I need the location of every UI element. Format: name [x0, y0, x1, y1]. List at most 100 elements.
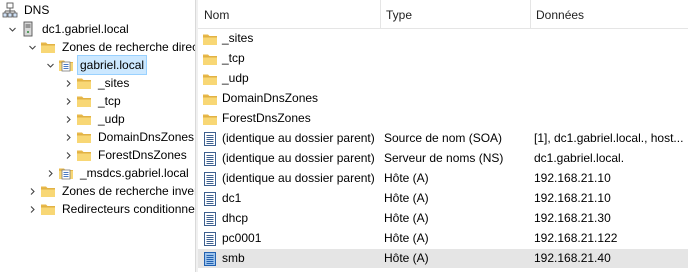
tree-node-udp[interactable]: _udp: [62, 110, 127, 128]
record-type: Hôte (A): [384, 251, 429, 265]
record-data: 192.168.21.122: [534, 231, 618, 245]
console-tree: DNS dc1.gabriel.local Zones de recherche…: [0, 0, 195, 272]
record-name: (identique au dossier parent): [222, 151, 375, 165]
record-type: [384, 89, 532, 108]
chevron-right-icon[interactable]: [44, 164, 56, 182]
tree-node-server[interactable]: dc1.gabriel.local: [6, 20, 131, 38]
table-row[interactable]: (identique au dossier parent) Source de n…: [198, 129, 688, 148]
server-icon: [20, 21, 36, 37]
folder-icon: [40, 201, 56, 217]
cell-name: (identique au dossier parent): [202, 129, 382, 148]
record-type: Hôte (A): [384, 231, 429, 245]
record-name: _udp: [222, 71, 249, 85]
record-data: [534, 69, 688, 88]
tree-node-forestdnszones[interactable]: ForestDnsZones: [62, 146, 189, 164]
folder-icon: [76, 147, 92, 163]
table-row[interactable]: DomainDnsZones: [198, 89, 688, 108]
table-row[interactable]: _tcp: [198, 49, 688, 68]
record-name: _tcp: [222, 51, 245, 65]
record-type: Hôte (A): [384, 171, 429, 185]
chevron-right-icon[interactable]: [62, 92, 74, 110]
folder-icon: [202, 111, 218, 127]
table-row[interactable]: dc1 Hôte (A) 192.168.21.10: [198, 189, 688, 208]
records-list: Nom Type Données _sites _tcp _udp DomainDns…: [198, 0, 688, 272]
chevron-right-icon[interactable]: [26, 200, 38, 218]
cell-name: (identique au dossier parent): [202, 169, 382, 188]
record-name: pc0001: [222, 231, 262, 245]
dns-record-icon: [202, 151, 218, 167]
record-type: Hôte (A): [384, 211, 429, 225]
cell-name: _tcp: [202, 49, 382, 68]
table-row[interactable]: pc0001 Hôte (A) 192.168.21.122: [198, 229, 688, 248]
tree-label-dns: DNS: [24, 3, 50, 17]
dns-record-icon: [202, 191, 218, 207]
dns-manager-icon: [2, 2, 18, 18]
table-row[interactable]: dhcp Hôte (A) 192.168.21.30: [198, 209, 688, 228]
chevron-right-icon[interactable]: [26, 182, 38, 200]
cell-name: smb: [202, 249, 382, 268]
dns-record-icon: [202, 171, 218, 187]
tree-node-domaindnszones[interactable]: DomainDnsZones: [62, 128, 195, 146]
chevron-right-icon[interactable]: [62, 110, 74, 128]
table-row[interactable]: (identique au dossier parent) Hôte (A) 192…: [198, 169, 688, 188]
tree-label-reverse-zones: Zones de recherche inversée: [62, 184, 195, 198]
folder-icon: [40, 39, 56, 55]
chevron-right-icon[interactable]: [62, 128, 74, 146]
list-header: Nom Type Données: [198, 0, 688, 29]
table-row[interactable]: smb Hôte (A) 192.168.21.40: [198, 249, 688, 268]
record-data: [534, 49, 688, 68]
tree-node-dns[interactable]: DNS: [2, 1, 51, 19]
chevron-down-icon[interactable]: [26, 38, 38, 56]
tree-node-sites[interactable]: _sites: [62, 74, 131, 92]
record-data: 192.168.21.40: [534, 251, 611, 265]
folder-icon: [202, 31, 218, 47]
cell-name: dc1: [202, 189, 382, 208]
table-row[interactable]: ForestDnsZones: [198, 109, 688, 128]
folder-icon: [40, 183, 56, 199]
chevron-down-icon[interactable]: [6, 20, 18, 38]
record-data: [534, 109, 688, 128]
tree-node-forward-zones[interactable]: Zones de recherche directe: [26, 38, 195, 56]
tree-label-zone: gabriel.local: [76, 55, 148, 75]
chevron-right-icon[interactable]: [62, 146, 74, 164]
chevron-down-icon[interactable]: [44, 56, 56, 74]
table-row[interactable]: _sites: [198, 29, 688, 48]
chevron-right-icon[interactable]: [62, 74, 74, 92]
cell-name: _udp: [202, 69, 382, 88]
record-data: 192.168.21.10: [534, 171, 611, 185]
folder-icon: [202, 51, 218, 67]
column-header-type[interactable]: Type: [380, 0, 536, 28]
cell-name: pc0001: [202, 229, 382, 248]
tree-node-tcp[interactable]: _tcp: [62, 92, 123, 110]
tree-node-forwarders[interactable]: Redirecteurs conditionnels: [26, 200, 195, 218]
tree-label-subfolder: _tcp: [98, 94, 121, 108]
tree-label-subfolder: _sites: [98, 76, 130, 90]
record-type: Serveur de noms (NS): [384, 151, 504, 165]
record-name: _sites: [222, 31, 254, 45]
record-name: DomainDnsZones: [222, 91, 319, 105]
tree-label-subfolder: DomainDnsZones: [98, 130, 195, 144]
record-data: 192.168.21.30: [534, 211, 611, 225]
tree-node-reverse-zones[interactable]: Zones de recherche inversée: [26, 182, 195, 200]
cell-name: _sites: [202, 29, 382, 48]
record-type: [384, 29, 532, 48]
record-name: ForestDnsZones: [222, 111, 311, 125]
column-header-data[interactable]: Données: [530, 0, 688, 28]
tree-label-forward-zones: Zones de recherche directe: [62, 40, 195, 54]
record-data: 192.168.21.10: [534, 191, 611, 205]
column-header-name[interactable]: Nom: [198, 0, 384, 28]
cell-name: dhcp: [202, 209, 382, 228]
tree-node-zone-gabriel-local[interactable]: gabriel.local: [44, 55, 148, 75]
zone-icon: [58, 165, 74, 181]
table-row[interactable]: (identique au dossier parent) Serveur de …: [198, 149, 688, 168]
record-name: smb: [222, 251, 245, 265]
dns-record-icon: [202, 131, 218, 147]
record-type: [384, 49, 532, 68]
tree-node-msdcs[interactable]: _msdcs.gabriel.local: [44, 164, 191, 182]
record-name: dhcp: [222, 211, 249, 225]
dns-record-icon: [202, 231, 218, 247]
record-data: [534, 29, 688, 48]
record-name: dc1: [222, 191, 242, 205]
record-name: (identique au dossier parent): [222, 131, 375, 145]
table-row[interactable]: _udp: [198, 69, 688, 88]
